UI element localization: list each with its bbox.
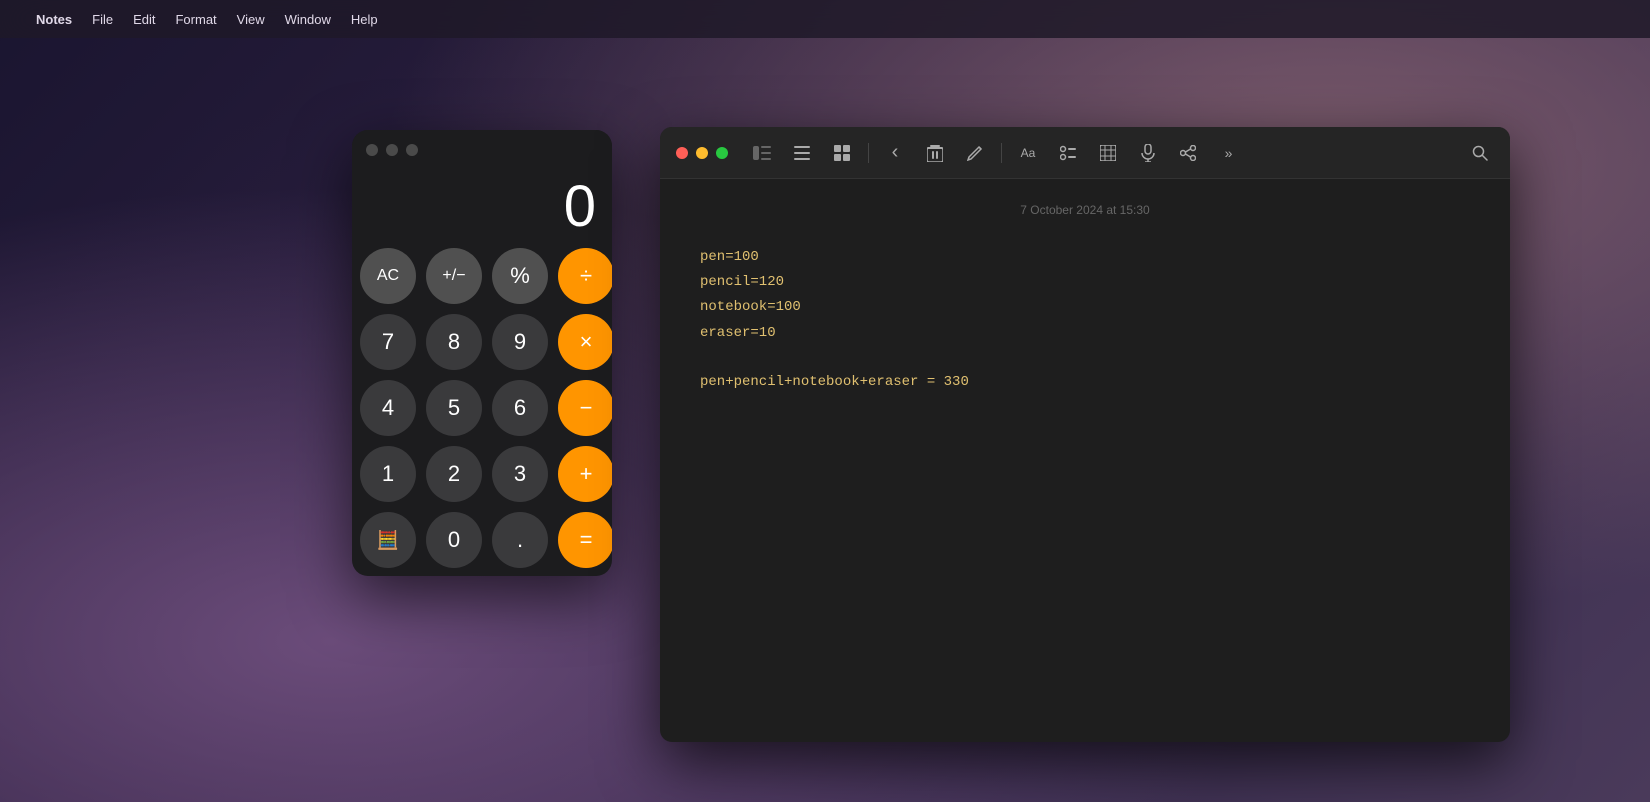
equals-button[interactable]: = [558, 512, 612, 568]
font-icon[interactable]: Aa [1014, 139, 1042, 167]
notes-traffic-lights [676, 147, 728, 159]
note-line-4: eraser=10 [700, 321, 1470, 346]
seven-button[interactable]: 7 [360, 314, 416, 370]
six-button[interactable]: 6 [492, 380, 548, 436]
calc-number: 0 [564, 174, 596, 239]
menubar-window[interactable]: Window [285, 12, 331, 27]
sidebar-toggle-icon[interactable] [748, 139, 776, 167]
menubar-notes[interactable]: Notes [36, 12, 72, 27]
plus-minus-button[interactable]: +/− [426, 248, 482, 304]
checklist-icon[interactable] [1054, 139, 1082, 167]
compose-icon[interactable] [961, 139, 989, 167]
notes-window: ‹ Aa [660, 127, 1510, 742]
menubar: Notes File Edit Format View Window Help [0, 0, 1650, 38]
calc-display: 0 [352, 170, 612, 248]
add-button[interactable]: + [558, 446, 612, 502]
two-button[interactable]: 2 [426, 446, 482, 502]
nine-button[interactable]: 9 [492, 314, 548, 370]
five-button[interactable]: 5 [426, 380, 482, 436]
menubar-view[interactable]: View [237, 12, 265, 27]
note-line-5: pen+pencil+notebook+eraser = 330 [700, 370, 1470, 395]
share-icon[interactable] [1174, 139, 1202, 167]
notes-close-button[interactable] [676, 147, 688, 159]
toolbar-divider-1 [868, 143, 869, 163]
table-icon[interactable] [1094, 139, 1122, 167]
decimal-button[interactable]: . [492, 512, 548, 568]
notes-separator [700, 346, 1470, 366]
notes-content[interactable]: 7 October 2024 at 15:30 pen=100 pencil=1… [660, 179, 1510, 742]
menubar-edit[interactable]: Edit [133, 12, 155, 27]
toolbar-divider-2 [1001, 143, 1002, 163]
menubar-format[interactable]: Format [175, 12, 216, 27]
four-button[interactable]: 4 [360, 380, 416, 436]
audio-icon[interactable] [1134, 139, 1162, 167]
delete-icon[interactable] [921, 139, 949, 167]
list-view-icon[interactable] [788, 139, 816, 167]
subtract-button[interactable]: − [558, 380, 612, 436]
calc-titlebar [352, 130, 612, 170]
ac-button[interactable]: AC [360, 248, 416, 304]
eight-button[interactable]: 8 [426, 314, 482, 370]
zero-button[interactable]: 0 [426, 512, 482, 568]
notes-maximize-button[interactable] [716, 147, 728, 159]
calc-maximize-button[interactable] [406, 144, 418, 156]
menubar-help[interactable]: Help [351, 12, 378, 27]
back-icon[interactable]: ‹ [881, 139, 909, 167]
menubar-file[interactable]: File [92, 12, 113, 27]
three-button[interactable]: 3 [492, 446, 548, 502]
calc-close-button[interactable] [366, 144, 378, 156]
search-icon[interactable] [1466, 139, 1494, 167]
notes-toolbar: ‹ Aa [660, 127, 1510, 179]
percent-button[interactable]: % [492, 248, 548, 304]
note-line-3: notebook=100 [700, 295, 1470, 320]
note-line-2: pencil=120 [700, 270, 1470, 295]
notes-text[interactable]: pen=100 pencil=120 notebook=100 eraser=1… [700, 245, 1470, 395]
calculator-icon-button[interactable]: 🧮 [360, 512, 416, 568]
one-button[interactable]: 1 [360, 446, 416, 502]
divide-button[interactable]: ÷ [558, 248, 612, 304]
more-icon[interactable]: » [1214, 139, 1242, 167]
notes-date: 7 October 2024 at 15:30 [700, 203, 1470, 217]
note-line-1: pen=100 [700, 245, 1470, 270]
notes-minimize-button[interactable] [696, 147, 708, 159]
calc-minimize-button[interactable] [386, 144, 398, 156]
calc-buttons: AC +/− % ÷ 7 8 9 × 4 5 6 − 1 2 3 + 🧮 0 .… [352, 248, 612, 576]
gallery-view-icon[interactable] [828, 139, 856, 167]
calculator-window: 0 AC +/− % ÷ 7 8 9 × 4 5 6 − 1 2 3 + 🧮 0… [352, 130, 612, 576]
multiply-button[interactable]: × [558, 314, 612, 370]
